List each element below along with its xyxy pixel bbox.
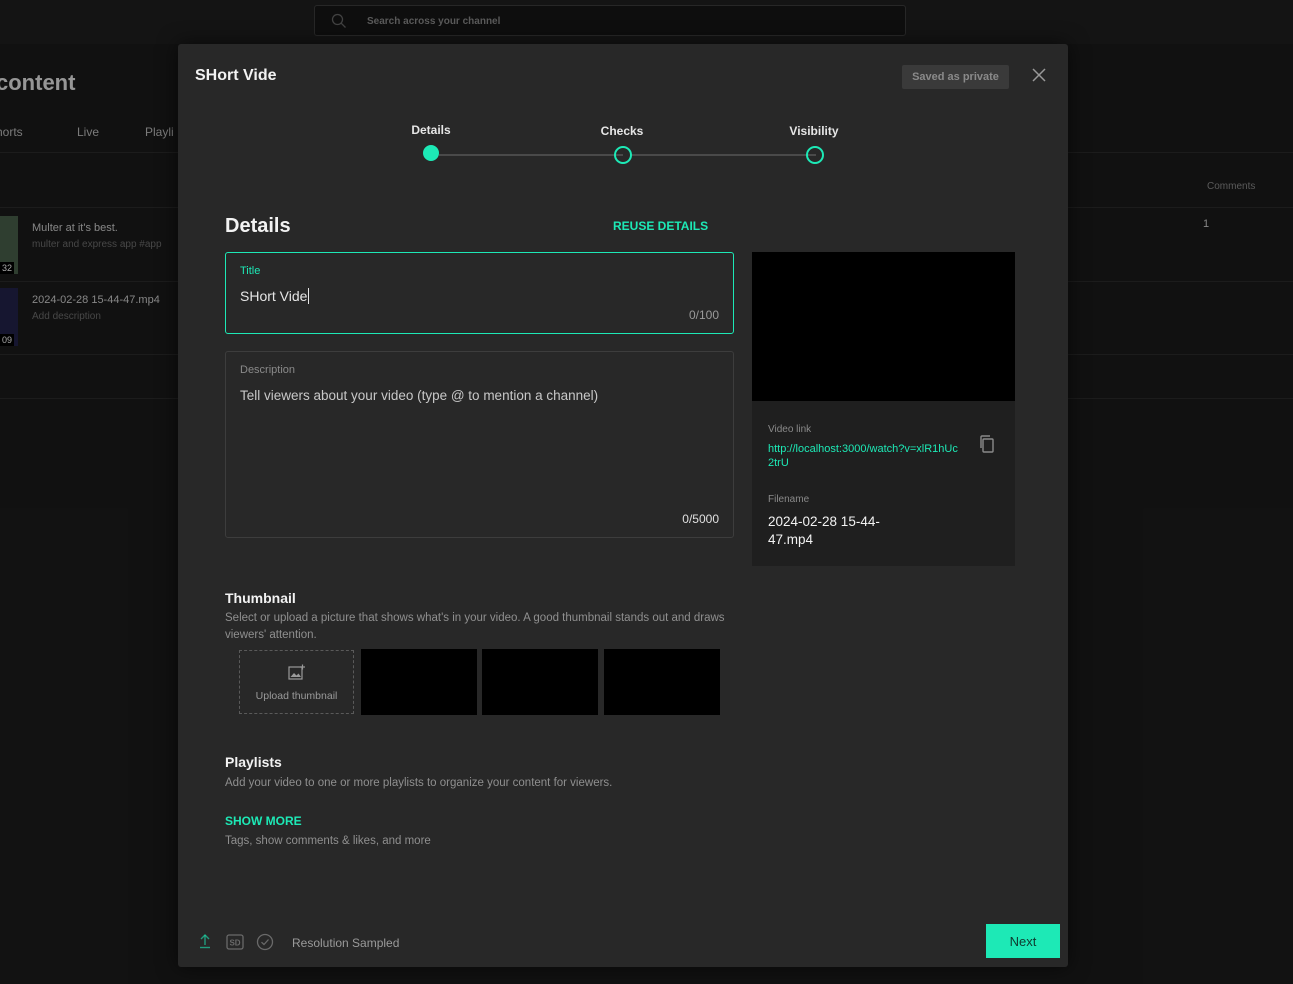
video-link-label: Video link (768, 424, 812, 435)
dialog-title: SHort Vide (195, 67, 277, 84)
text-caret (308, 288, 310, 304)
upload-thumbnail-label: Upload thumbnail (255, 690, 338, 702)
description-label: Description (240, 364, 296, 376)
stepper-line (439, 154, 623, 156)
title-char-count: 0/100 (688, 308, 719, 322)
sd-quality-icon: SD (226, 934, 244, 950)
copy-link-button[interactable] (978, 434, 996, 459)
processing-status: Resolution Sampled (292, 936, 400, 950)
playlists-help: Add your video to one or more playlists … (225, 777, 613, 789)
sd-badge-text: SD (229, 939, 240, 948)
video-player[interactable] (752, 252, 1015, 401)
title-value: SHort Vide (240, 288, 308, 304)
video-link[interactable]: http://localhost:3000/watch?v=xlR1hUc2tr… (768, 442, 958, 470)
step-checks-label: Checks (600, 124, 644, 138)
description-field[interactable]: Description Tell viewers about your vide… (225, 351, 734, 538)
title-label: Title (240, 265, 261, 277)
playlists-heading: Playlists (225, 754, 282, 770)
step-details[interactable] (423, 145, 439, 161)
close-button[interactable] (1030, 66, 1048, 84)
upload-thumbnail-button[interactable]: Upload thumbnail (239, 650, 354, 714)
show-more-button[interactable]: SHOW MORE (225, 814, 302, 828)
add-image-icon (288, 664, 305, 680)
thumbnail-option-2[interactable] (482, 649, 598, 715)
description-placeholder: Tell viewers about your video (type @ to… (240, 388, 599, 403)
saved-status-badge: Saved as private (902, 65, 1009, 89)
step-visibility-label: Visibility (789, 124, 839, 138)
description-char-count: 0/5000 (682, 512, 719, 526)
video-preview-panel: Video link http://localhost:3000/watch?v… (752, 252, 1015, 566)
thumbnail-help: Select or upload a picture that shows wh… (225, 612, 725, 641)
stepper-line (630, 154, 816, 156)
show-more-help: Tags, show comments & likes, and more (225, 835, 431, 847)
upload-icon (200, 934, 210, 949)
step-checks[interactable] (614, 146, 632, 164)
title-field[interactable]: Title SHort Vide 0/100 (225, 252, 734, 334)
copy-icon (980, 435, 994, 453)
checks-complete-icon (256, 933, 274, 951)
filename-label: Filename (768, 494, 810, 505)
reuse-details-button[interactable]: REUSE DETAILS (613, 219, 708, 233)
thumbnail-option-3[interactable] (604, 649, 720, 715)
next-button[interactable]: Next (986, 924, 1060, 958)
thumbnail-option-1[interactable] (361, 649, 477, 715)
step-visibility[interactable] (806, 146, 824, 164)
filename-value: 2024-02-28 15-44-47.mp4 (768, 514, 880, 547)
details-heading: Details (225, 215, 291, 237)
step-details-label: Details (411, 123, 451, 137)
close-icon (1032, 68, 1046, 82)
upload-details-dialog: SHort Vide Saved as private Details Chec… (178, 44, 1068, 967)
thumbnail-heading: Thumbnail (225, 590, 296, 606)
dialog-footer: SD Resolution Sampled Next (178, 924, 1068, 964)
title-input[interactable]: SHort Vide (240, 288, 310, 304)
